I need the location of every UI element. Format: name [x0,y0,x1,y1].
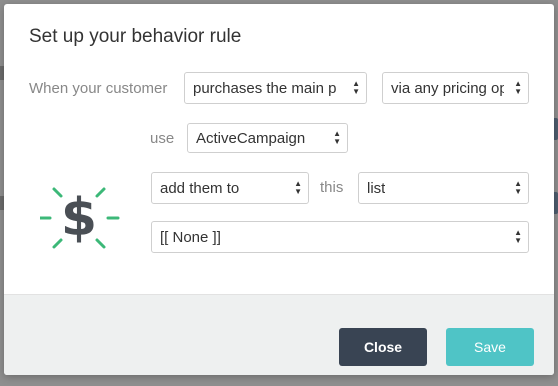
modal-footer: Close Save [4,294,554,375]
modal-title: Set up your behavior rule [29,26,242,47]
dollar-glyph: $ [61,188,97,248]
behavior-rule-modal: Set up your behavior rule When your cust… [4,4,554,375]
target-value-select[interactable]: [[ None ]] ▲ ▼ [151,221,529,253]
target-type-select[interactable]: list ▲ ▼ [358,172,529,204]
updown-caret-icon: ▲ ▼ [514,79,522,96]
updown-caret-icon: ▲ ▼ [294,179,302,196]
use-label: use [150,130,175,147]
dollar-burst-icon: $ [40,187,120,249]
updown-caret-icon: ▲ ▼ [352,79,360,96]
updown-caret-icon: ▲ ▼ [514,179,522,196]
save-button[interactable]: Save [446,328,534,366]
updown-caret-icon: ▲ ▼ [514,228,522,245]
trigger-select-value: purchases the main p [193,79,337,97]
this-label: this [320,179,344,196]
action-select-value: add them to [160,179,240,197]
when-label: When your customer [29,80,168,97]
trigger-select[interactable]: purchases the main p ▲ ▼ [184,72,367,104]
target-type-select-value: list [367,179,386,197]
updown-caret-icon: ▲ ▼ [333,129,341,146]
pricing-option-select-value: via any pricing op [391,79,504,97]
integration-select[interactable]: ActiveCampaign ▲ ▼ [187,123,348,153]
close-button[interactable]: Close [339,328,427,366]
pricing-option-select[interactable]: via any pricing op ▲ ▼ [382,72,529,104]
integration-select-value: ActiveCampaign [196,129,306,147]
target-value-select-value: [[ None ]] [160,228,221,246]
action-select[interactable]: add them to ▲ ▼ [151,172,309,204]
